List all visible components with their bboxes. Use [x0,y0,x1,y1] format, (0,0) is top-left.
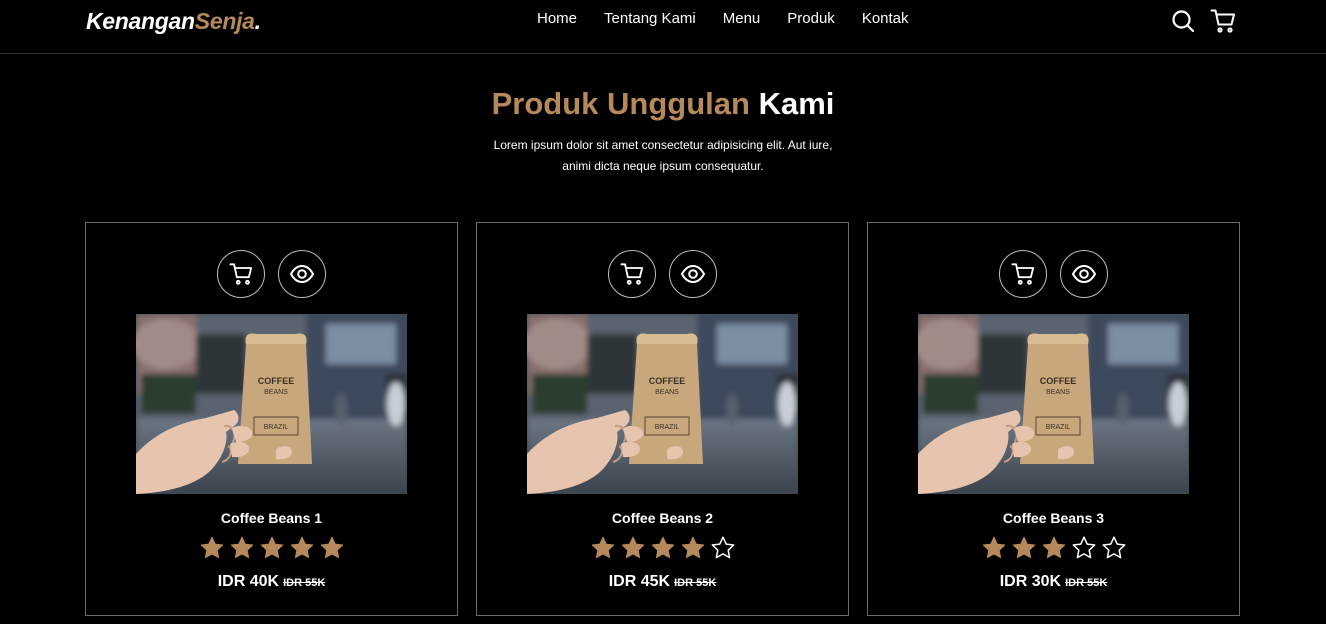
product-rating [868,535,1239,561]
product-rating [86,535,457,561]
card-actions [608,250,717,298]
product-name: Coffee Beans 1 [220,510,323,526]
star-filled-icon [230,536,253,559]
coffee-bag-photo: COFFEE BEANS BRAZIL [136,314,407,494]
price-current: IDR 30K [999,573,1062,590]
price-old: IDR 55K [674,577,717,589]
brand-name: Kenangan [86,8,195,34]
price-current: IDR 45K [608,573,671,590]
add-to-cart-button[interactable] [217,250,265,298]
product-image: COFFEE BEANS BRAZIL [527,314,798,494]
star-filled-icon [1042,536,1065,559]
bag-label: BRAZIL [264,424,289,431]
section-title: Produk Unggulan Kami [0,86,1326,122]
card-actions [217,250,326,298]
section-title-accent: Produk Unggulan [491,86,750,121]
search-icon[interactable] [1170,8,1196,34]
cart-icon [229,263,253,285]
product-rating [477,535,848,561]
star-filled-icon [621,536,644,559]
section-title-rest: Kami [758,86,835,121]
eye-icon [680,264,706,284]
bag-text-1: COFFEE [1040,376,1077,386]
product-card: COFFEE BEANS BRAZIL Coffee Beans 3 IDR 3… [867,222,1240,616]
product-price: IDR 30K IDR 55K [868,573,1239,591]
nav-icons [1170,8,1236,34]
cart-icon[interactable] [1210,8,1236,34]
nav-menu: Home Tentang Kami Menu Produk Kontak [537,10,936,27]
product-image: COFFEE BEANS BRAZIL [918,314,1189,494]
coffee-bag-photo: COFFEE BEANS BRAZIL [918,314,1189,494]
coffee-bag-photo: COFFEE BEANS BRAZIL [527,314,798,494]
product-name: Coffee Beans 2 [611,510,714,526]
star-filled-icon [591,536,614,559]
star-filled-icon [982,536,1005,559]
price-old: IDR 55K [283,577,326,589]
bag-text-1: COFFEE [258,376,295,386]
eye-icon [1071,264,1097,284]
nav-link-produk[interactable]: Produk [787,10,835,27]
add-to-cart-button[interactable] [999,250,1047,298]
star-filled-icon [200,536,223,559]
nav-link-home[interactable]: Home [537,10,577,27]
bag-label: BRAZIL [1046,424,1071,431]
bag-text-2: BEANS [264,389,288,396]
star-filled-icon [1012,536,1035,559]
view-detail-button[interactable] [669,250,717,298]
bag-text-1: COFFEE [649,376,686,386]
star-empty-icon [711,536,734,559]
star-empty-icon [1072,536,1095,559]
product-name: Coffee Beans 3 [1002,510,1105,526]
product-card: COFFEE BEANS BRAZIL Coffee Beans 1 IDR 4… [85,222,458,616]
brand-accent: Senja [194,8,255,34]
nav-link-tentang-kami[interactable]: Tentang Kami [604,10,696,27]
star-filled-icon [651,536,674,559]
add-to-cart-button[interactable] [608,250,656,298]
star-empty-icon [1102,536,1125,559]
nav-link-menu[interactable]: Menu [723,10,761,27]
brand-dot: . [254,8,261,34]
product-list: COFFEE BEANS BRAZIL Coffee Beans 1 IDR 4… [85,222,1240,616]
view-detail-button[interactable] [1060,250,1108,298]
star-filled-icon [290,536,313,559]
card-actions [999,250,1108,298]
view-detail-button[interactable] [278,250,326,298]
eye-icon [289,264,315,284]
bag-text-2: BEANS [655,389,679,396]
star-filled-icon [320,536,343,559]
bag-label: BRAZIL [655,424,680,431]
product-price: IDR 45K IDR 55K [477,573,848,591]
star-filled-icon [260,536,283,559]
price-current: IDR 40K [217,573,280,590]
star-filled-icon [681,536,704,559]
cart-icon [1011,263,1035,285]
nav-link-kontak[interactable]: Kontak [862,10,909,27]
price-old: IDR 55K [1065,577,1108,589]
cart-icon [620,263,644,285]
bag-text-2: BEANS [1046,389,1070,396]
navbar: KenanganSenja. Home Tentang Kami Menu Pr… [0,0,1326,54]
brand-logo[interactable]: KenanganSenja. [86,8,261,35]
product-image: COFFEE BEANS BRAZIL [136,314,407,494]
product-card: COFFEE BEANS BRAZIL Coffee Beans 2 IDR 4… [476,222,849,616]
product-price: IDR 40K IDR 55K [86,573,457,591]
section-description: Lorem ipsum dolor sit amet consectetur a… [493,138,833,173]
